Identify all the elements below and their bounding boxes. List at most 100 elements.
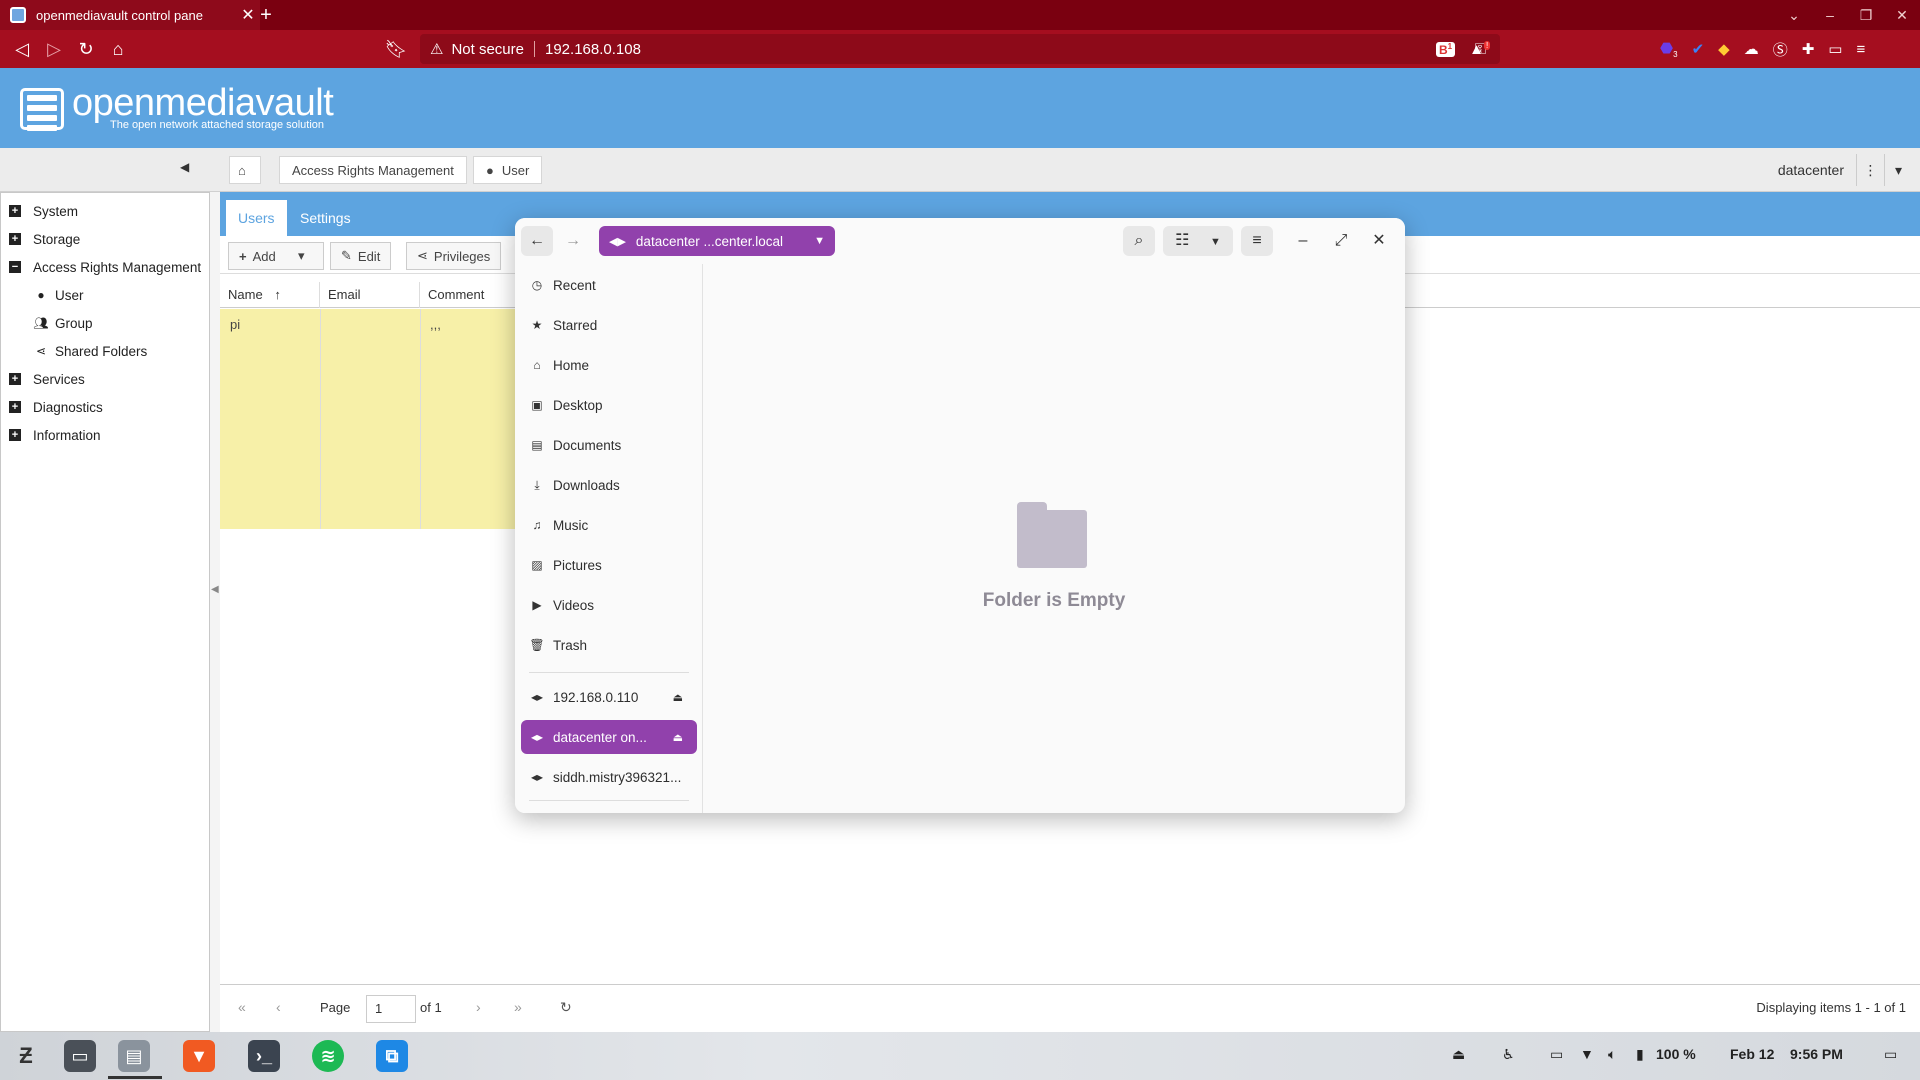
sidebar-item-user[interactable]: ● User xyxy=(33,285,83,305)
sidebar-item-shared-folders[interactable]: ⋖ Shared Folders xyxy=(33,341,147,361)
extension-purple-icon[interactable]: ⬣3 xyxy=(1660,39,1678,59)
column-email[interactable]: Email xyxy=(320,282,420,308)
edit-button[interactable]: ✎ Edit xyxy=(330,242,392,270)
sidebar-item-label: Services xyxy=(33,371,85,387)
address-bar[interactable]: ⚠ Not secure 192.168.0.108 ⚿ xyxy=(420,34,1500,64)
sidebar-item-storage[interactable]: + Storage xyxy=(9,229,80,249)
breadcrumb-user[interactable]: ● User xyxy=(473,156,543,184)
home-button[interactable]: ⌂ xyxy=(102,33,134,65)
extension-cloud-icon[interactable]: ☁ xyxy=(1744,40,1759,58)
eject-icon[interactable]: ⏏ xyxy=(673,691,683,704)
extensions-puzzle-icon[interactable]: ✚ xyxy=(1802,40,1815,58)
date-label[interactable]: Feb 12 xyxy=(1730,1046,1774,1062)
browser-menu-icon[interactable]: ≡ xyxy=(1856,41,1865,58)
add-dropdown-button[interactable]: ▾ xyxy=(288,242,324,270)
privileges-button[interactable]: ⋖ Privileges xyxy=(406,242,502,270)
sidebar-item-desktop[interactable]: ▣ Desktop xyxy=(521,388,697,422)
fm-maximize-button[interactable]: ⤢ xyxy=(1325,226,1357,256)
collapse-icon[interactable]: − xyxy=(9,261,21,273)
collapse-sidebar-icon[interactable]: ◀ xyxy=(180,160,189,174)
screen-icon[interactable]: ▭ xyxy=(1550,1046,1563,1063)
extension-s-icon[interactable]: Ⓢ xyxy=(1773,39,1788,60)
sidebar-item-starred[interactable]: ★ Starred xyxy=(521,308,697,342)
bookmark-icon[interactable]: 🔖︎ xyxy=(380,33,412,65)
sidebar-splitter[interactable]: ◀ xyxy=(210,192,220,1032)
expand-icon[interactable]: + xyxy=(9,233,21,245)
wifi-icon[interactable]: ▼ xyxy=(1580,1046,1594,1062)
sidebar-item-music[interactable]: ♫ Music xyxy=(521,508,697,542)
last-page-icon[interactable]: » xyxy=(514,999,522,1015)
breadcrumb-access-rights[interactable]: Access Rights Management xyxy=(279,156,467,184)
spotify-app-icon[interactable]: ≋ xyxy=(312,1040,344,1072)
expand-icon[interactable]: + xyxy=(9,373,21,385)
column-name[interactable]: Name ↑ xyxy=(220,282,320,308)
brave-shields[interactable]: B1 ▲! xyxy=(1436,34,1491,64)
battery-icon[interactable]: ▮ xyxy=(1636,1046,1644,1063)
forward-button[interactable]: ▷ xyxy=(38,33,70,65)
close-window-button[interactable]: ✕ xyxy=(1884,0,1920,30)
restore-window-button[interactable]: ❐ xyxy=(1848,0,1884,30)
workspace-switcher-icon[interactable]: ▭ xyxy=(64,1040,96,1072)
fm-minimize-button[interactable]: – xyxy=(1287,226,1319,256)
wallet-icon[interactable]: ▭ xyxy=(1828,40,1842,58)
fm-view-toggle[interactable]: ☷ ▼ xyxy=(1163,226,1233,256)
sidebar-item-network-110[interactable]: ◂▸ 192.168.0.110 ⏏ xyxy=(521,680,697,714)
page-input[interactable]: 1 xyxy=(366,995,416,1023)
accessibility-icon[interactable]: ♿︎ xyxy=(1502,1046,1515,1063)
extension-check-icon[interactable]: ✔ xyxy=(1692,40,1705,58)
sidebar-item-access-rights[interactable]: − Access Rights Management xyxy=(9,257,201,277)
brave-rewards-icon[interactable]: ▲! xyxy=(1469,40,1491,58)
sidebar-item-pictures[interactable]: ▨ Pictures xyxy=(521,548,697,582)
next-page-icon[interactable]: › xyxy=(476,999,481,1015)
fm-search-button[interactable]: ⌕ xyxy=(1123,226,1155,256)
sidebar-item-downloads[interactable]: ⤓ Downloads xyxy=(521,468,697,502)
sidebar-item-system[interactable]: + System xyxy=(9,201,78,221)
browser-tab-active[interactable]: openmediavault control pane ✕ xyxy=(0,0,260,30)
eject-tray-icon[interactable]: ⏏ xyxy=(1452,1046,1465,1063)
sidebar-item-home[interactable]: ⌂ Home xyxy=(521,348,697,382)
sidebar-item-services[interactable]: + Services xyxy=(9,369,85,389)
brave-browser-icon[interactable]: ▼ xyxy=(183,1040,215,1072)
sidebar-item-network-siddh[interactable]: ◂▸ siddh.mistry396321... xyxy=(521,760,697,794)
sidebar-item-trash[interactable]: 🗑︎ Trash xyxy=(521,628,697,662)
tab-settings[interactable]: Settings xyxy=(288,200,363,236)
new-tab-button[interactable]: + xyxy=(254,3,278,27)
sidebar-item-documents[interactable]: ▤ Documents xyxy=(521,428,697,462)
prev-page-icon[interactable]: ‹ xyxy=(276,999,281,1015)
vscode-app-icon[interactable]: ⧉ xyxy=(376,1040,408,1072)
breadcrumb-home[interactable]: ⌂ xyxy=(229,156,261,184)
chevron-down-icon[interactable]: ▾ xyxy=(1884,154,1912,186)
back-button[interactable]: ◁ xyxy=(6,33,38,65)
expand-icon[interactable]: + xyxy=(9,429,21,441)
sidebar-item-recent[interactable]: ◷ Recent xyxy=(521,268,697,302)
expand-icon[interactable]: + xyxy=(9,205,21,217)
tab-list-chevron-icon[interactable]: ⌄ xyxy=(1776,0,1812,30)
zorin-menu-icon[interactable]: Ƶ xyxy=(10,1040,42,1072)
brave-shield-icon[interactable]: B1 xyxy=(1436,41,1456,57)
sidebar-item-group[interactable]: 👥︎ Group xyxy=(33,313,92,333)
kebab-menu-icon[interactable]: ⋮ xyxy=(1856,154,1884,186)
volume-icon[interactable]: 🔈︎ xyxy=(1608,1046,1616,1063)
first-page-icon[interactable]: « xyxy=(238,999,246,1015)
sidebar-item-information[interactable]: + Information xyxy=(9,425,101,445)
show-desktop-icon[interactable]: ▭ xyxy=(1884,1046,1897,1063)
files-app-icon[interactable]: ▤ xyxy=(118,1040,150,1072)
fm-path-button[interactable]: ◀▶ datacenter ...center.local ▼ xyxy=(599,226,835,256)
minimize-window-button[interactable]: – xyxy=(1812,0,1848,30)
expand-icon[interactable]: + xyxy=(9,401,21,413)
sidebar-item-datacenter[interactable]: ◂▸ datacenter on... ⏏ xyxy=(521,720,697,754)
tab-users[interactable]: Users xyxy=(226,200,287,236)
fm-back-button[interactable]: ← xyxy=(521,226,553,256)
splitter-arrow-icon[interactable]: ◀ xyxy=(211,584,219,595)
extension-red-icon[interactable]: ◆ xyxy=(1718,40,1730,58)
reload-button[interactable]: ↻ xyxy=(70,33,102,65)
fm-menu-button[interactable]: ≡ xyxy=(1241,226,1273,256)
sidebar-item-diagnostics[interactable]: + Diagnostics xyxy=(9,397,103,417)
fm-forward-button[interactable]: → xyxy=(557,226,589,256)
time-label[interactable]: 9:56 PM xyxy=(1790,1046,1843,1062)
sidebar-item-videos[interactable]: ▶ Videos xyxy=(521,588,697,622)
eject-icon[interactable]: ⏏ xyxy=(673,731,683,744)
terminal-app-icon[interactable]: ›_ xyxy=(248,1040,280,1072)
refresh-icon[interactable]: ↻ xyxy=(560,999,572,1016)
fm-close-button[interactable]: ✕ xyxy=(1363,226,1395,256)
